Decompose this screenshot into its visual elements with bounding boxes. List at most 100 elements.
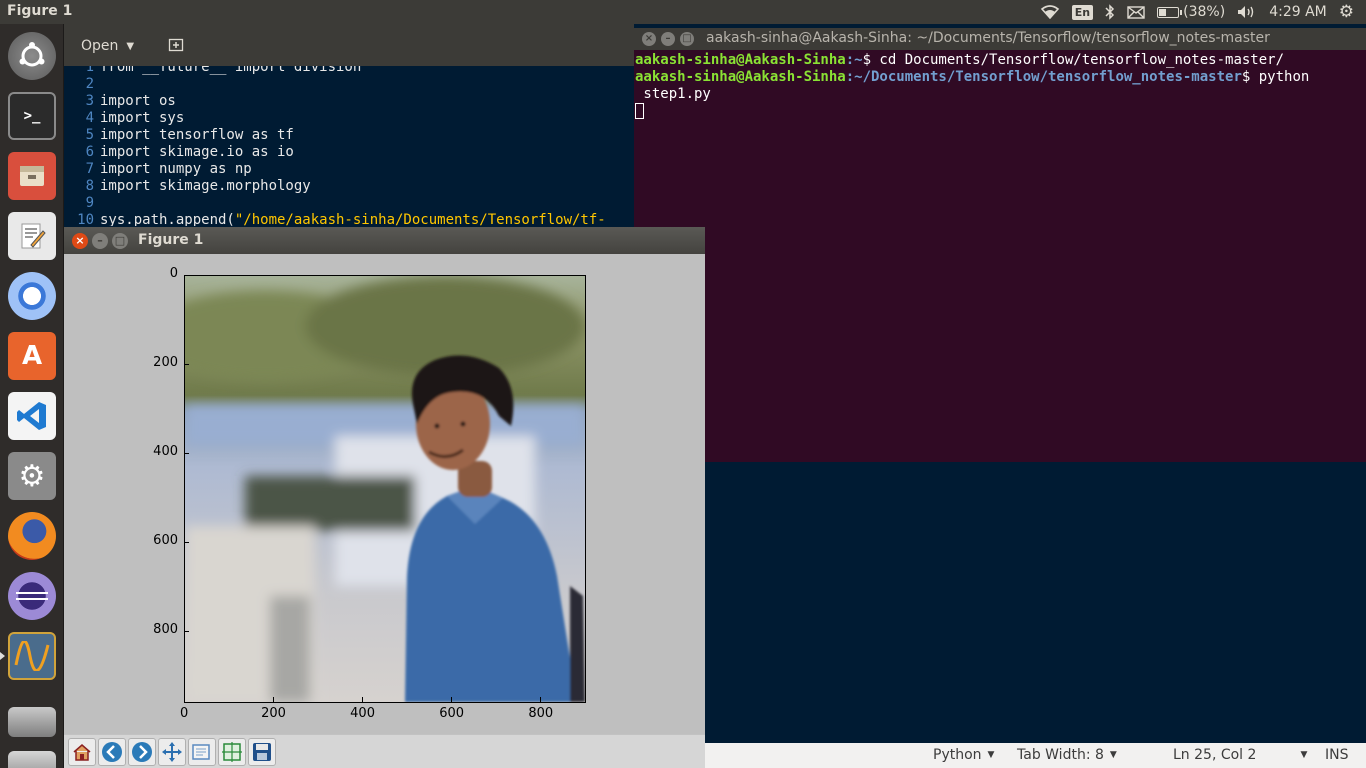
- firefox-icon[interactable]: [6, 510, 58, 562]
- file-manager-icon[interactable]: [6, 150, 58, 202]
- chevron-down-icon: ▼: [126, 40, 135, 52]
- wifi-icon[interactable]: [1040, 5, 1060, 19]
- minimize-icon[interactable]: –: [92, 233, 108, 249]
- gear-icon[interactable]: ⚙: [1339, 2, 1354, 22]
- volume-icon[interactable]: [1237, 5, 1257, 19]
- image-axes: [184, 275, 586, 703]
- y-tick: [184, 275, 189, 276]
- displayed-photo: [185, 276, 585, 702]
- code-line: 10 sys.path.append("/home/aakash-sinha/Do…: [64, 212, 606, 226]
- plot-window-icon[interactable]: [0, 630, 58, 682]
- insert-mode-indicator[interactable]: INS: [1325, 747, 1349, 763]
- keyboard-layout-indicator[interactable]: En: [1071, 4, 1094, 20]
- code-line: 8 import skimage.morphology: [64, 178, 311, 195]
- code-text: import os: [100, 93, 176, 109]
- terminal-line: [635, 103, 1309, 120]
- code-text: import tensorflow as tf: [100, 127, 294, 143]
- line-number: 4: [85, 110, 94, 126]
- top-panel: Figure 1 En (38%) 4:29 AM ⚙: [0, 0, 1366, 24]
- line-number: 8: [85, 178, 94, 194]
- code-text: import skimage.morphology: [100, 178, 311, 194]
- code-text: from __future__ import division: [100, 66, 362, 75]
- prompt-user: aakash-sinha@Aakash-Sinha: [635, 69, 846, 85]
- eclipse-icon[interactable]: [6, 570, 58, 622]
- chevron-down-icon: ▼: [1109, 750, 1117, 760]
- close-icon[interactable]: ×: [72, 233, 88, 249]
- editor-headerbar: Open ▼: [64, 24, 634, 66]
- system-settings-icon[interactable]: ⚙: [6, 450, 58, 502]
- line-number: 1: [85, 66, 94, 75]
- vscode-icon[interactable]: [6, 390, 58, 442]
- cursor-position-label: Ln 25, Col 2: [1173, 747, 1257, 763]
- pan-icon[interactable]: [158, 738, 186, 766]
- code-line: 2: [64, 76, 100, 93]
- chevron-down-icon: ▼: [1300, 750, 1308, 760]
- command-text: $ python: [1241, 69, 1310, 85]
- battery-icon: [1157, 6, 1183, 18]
- y-tick: [184, 631, 189, 633]
- x-tick-label: 600: [439, 706, 465, 721]
- code-token: sys.path.append(: [100, 212, 235, 226]
- terminal-line: step1.py: [635, 86, 1309, 103]
- zoom-rect-icon[interactable]: [188, 738, 216, 766]
- active-app-title: Figure 1: [7, 3, 73, 19]
- terminal-titlebar: × – □ aakash-sinha@Aakash-Sinha: ~/Docum…: [634, 28, 1366, 50]
- mail-icon[interactable]: [1127, 5, 1145, 19]
- subplots-config-icon[interactable]: [218, 738, 246, 766]
- y-tick-label: 800: [153, 622, 178, 638]
- terminal-line: aakash-sinha@Aakash-Sinha:~$ cd Document…: [635, 52, 1309, 69]
- figure-title: Figure 1: [138, 232, 204, 248]
- x-tick-label: 400: [350, 706, 375, 721]
- home-icon[interactable]: [68, 738, 96, 766]
- battery-indicator[interactable]: (38%): [1157, 4, 1225, 20]
- open-button-label: Open: [81, 38, 119, 54]
- open-button[interactable]: Open ▼: [72, 32, 160, 60]
- bluetooth-icon[interactable]: [1105, 4, 1115, 20]
- maximize-icon[interactable]: □: [112, 233, 128, 249]
- y-tick-label: 0: [169, 266, 178, 281]
- code-text: import sys: [100, 110, 185, 126]
- ubuntu-dash-icon[interactable]: [6, 30, 58, 82]
- plot-canvas[interactable]: 0 200 400 600 800 0 200 400 600 800: [64, 254, 705, 734]
- code-line: 1 from __future__ import division: [64, 66, 362, 76]
- software-center-icon[interactable]: A: [6, 330, 58, 382]
- line-number: 2: [85, 76, 94, 92]
- y-tick-label: 400: [153, 444, 178, 460]
- terminal-cursor: [635, 103, 644, 119]
- prompt-path: :~/Documents/Tensorflow/tensorflow_notes…: [845, 69, 1242, 85]
- line-number: 5: [85, 127, 94, 143]
- forward-arrow-icon[interactable]: [128, 738, 156, 766]
- maximize-icon[interactable]: □: [680, 32, 694, 46]
- clock[interactable]: 4:29 AM: [1269, 4, 1327, 20]
- x-tick: [362, 697, 364, 702]
- save-icon[interactable]: [248, 738, 276, 766]
- disk-drive-2-icon[interactable]: [6, 734, 58, 768]
- prompt-user: aakash-sinha@Aakash-Sinha: [635, 52, 846, 68]
- y-tick: [184, 364, 189, 366]
- new-document-icon[interactable]: [164, 33, 188, 57]
- tab-width-label: Tab Width: 8: [1017, 747, 1104, 763]
- chromium-icon[interactable]: [6, 270, 58, 322]
- terminal-title: aakash-sinha@Aakash-Sinha: ~/Documents/T…: [706, 30, 1270, 46]
- code-line: 6 import skimage.io as io: [64, 144, 294, 161]
- y-tick-label: 200: [153, 355, 178, 371]
- tab-width-selector[interactable]: Tab Width: 8 ▼: [1017, 747, 1117, 763]
- code-editor[interactable]: 1 from __future__ import division 2 3 import…: [64, 66, 634, 226]
- minimize-icon[interactable]: –: [661, 32, 675, 46]
- x-tick: [451, 697, 453, 702]
- language-label: Python: [933, 747, 982, 763]
- line-number: 7: [85, 161, 94, 177]
- prompt-path: :~: [845, 52, 863, 68]
- command-text: $ cd Documents/Tensorflow/tensorflow_not…: [862, 52, 1285, 68]
- language-selector[interactable]: Python ▼: [933, 747, 994, 763]
- command-text: step1.py: [635, 86, 711, 102]
- string-literal: "/home/aakash-sinha/Documents/Tensorflow…: [234, 212, 606, 226]
- back-arrow-icon[interactable]: [98, 738, 126, 766]
- terminal-icon[interactable]: >_: [6, 90, 58, 142]
- terminal-window[interactable]: × – □ aakash-sinha@Aakash-Sinha: ~/Docum…: [634, 28, 1366, 462]
- text-editor-icon[interactable]: [6, 210, 58, 262]
- y-tick-label: 600: [153, 533, 178, 549]
- cursor-position-selector[interactable]: Ln 25, Col 2 ▼: [1173, 747, 1307, 763]
- close-icon[interactable]: ×: [642, 32, 656, 46]
